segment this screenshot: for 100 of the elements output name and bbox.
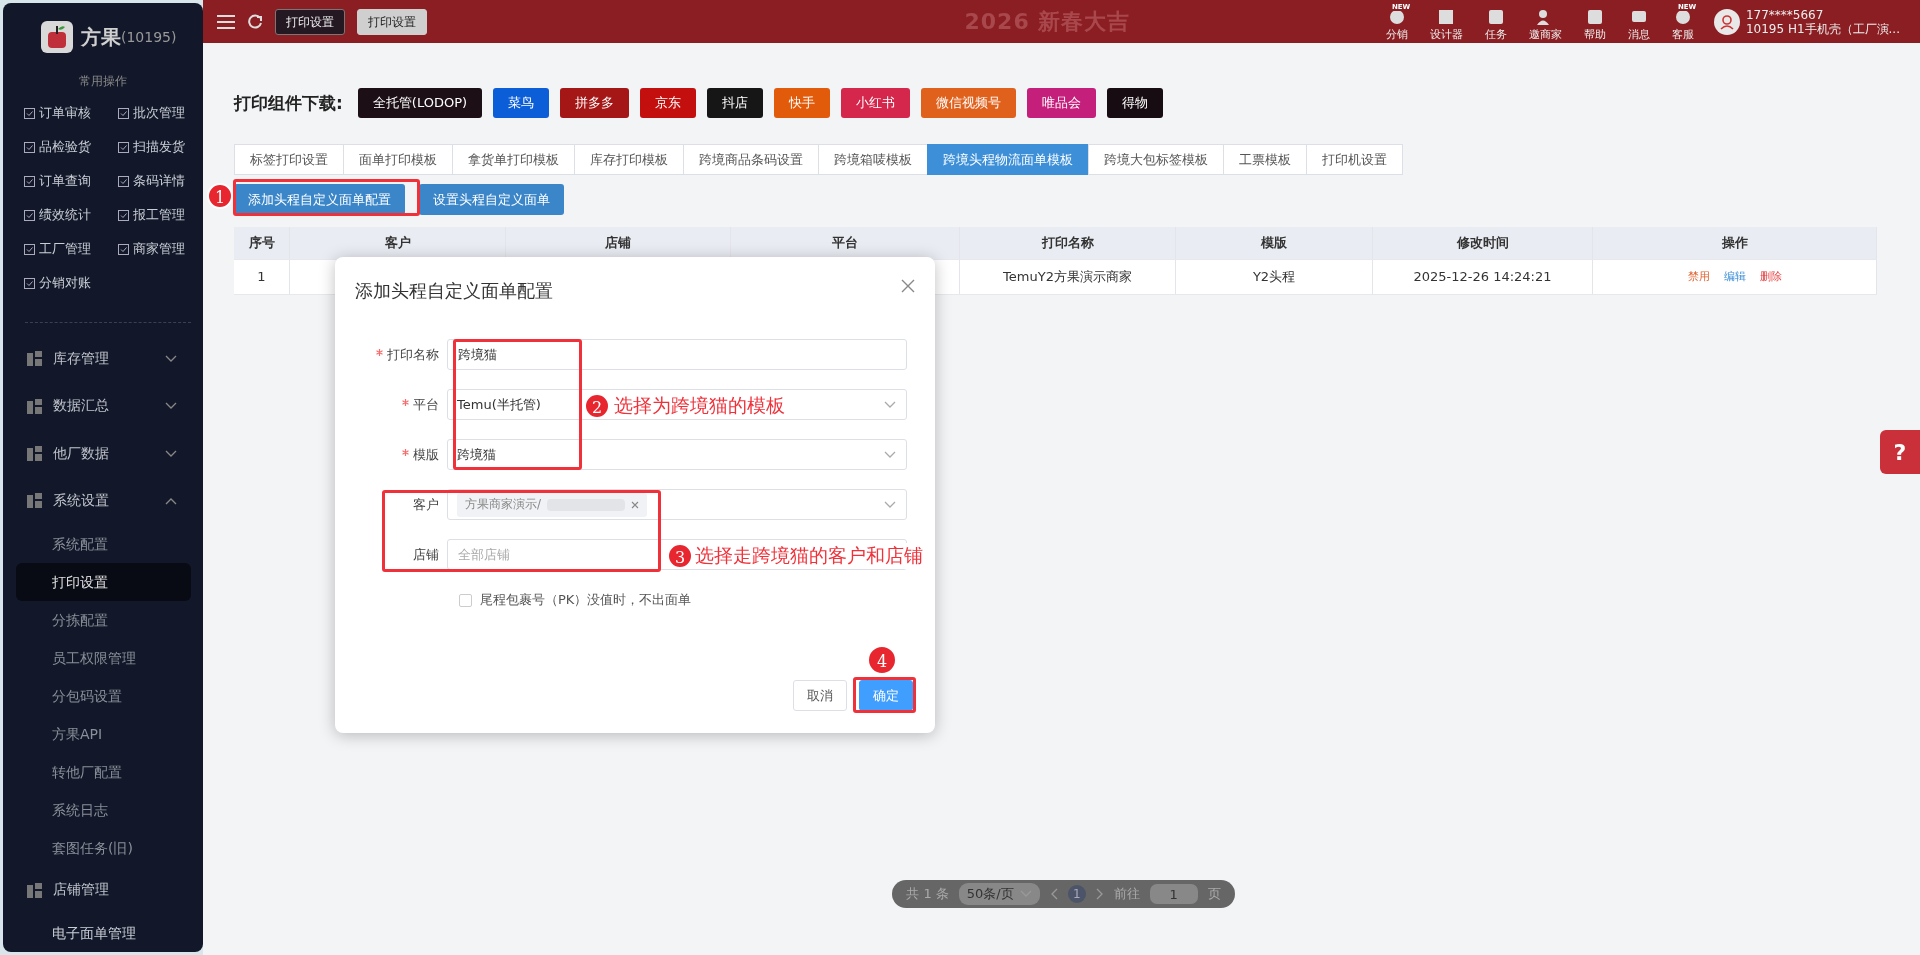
submenu-item[interactable]: 转他厂配置 — [16, 752, 191, 791]
table-cell: Y2头程 — [1176, 260, 1373, 294]
checkbox-label: 尾程包裹号（PK）没值时，不出面单 — [480, 591, 692, 609]
selected-tag: 方果商家演示/ — [457, 492, 648, 517]
shortcut-item[interactable]: 分销对账 — [24, 266, 118, 300]
block-icon — [27, 446, 42, 461]
refresh-icon — [247, 13, 263, 30]
toolbar-button[interactable]: 消息 — [1619, 1, 1658, 42]
menu-item[interactable]: 店铺管理 — [3, 866, 203, 915]
shortcut-item[interactable]: 品检验货 — [24, 130, 118, 164]
tab[interactable]: 拿货单打印模板 — [452, 144, 574, 175]
toolbar-button[interactable]: 邀商家 — [1520, 1, 1570, 42]
shortcut-item[interactable]: 条码详情 — [118, 164, 203, 198]
submenu-item[interactable]: 套图任务(旧) — [16, 828, 191, 867]
square-icon — [24, 175, 35, 187]
vendor-button[interactable]: 快手 — [774, 88, 831, 118]
square-icon — [118, 175, 129, 187]
square-icon — [24, 107, 35, 119]
brand-name: 方果 — [81, 23, 121, 51]
tab[interactable]: 标签打印设置 — [234, 144, 343, 175]
goto-label: 前往 — [1113, 885, 1140, 903]
tab[interactable]: 跨境商品条码设置 — [683, 144, 818, 175]
close-icon — [901, 279, 915, 293]
select-field[interactable]: 跨境猫 — [447, 439, 907, 470]
block-icon — [27, 493, 42, 509]
vendor-button[interactable]: 拼多多 — [560, 88, 630, 118]
row-action-link[interactable]: 编辑 — [1723, 260, 1746, 294]
toolbar-button[interactable]: 帮助 — [1575, 1, 1614, 42]
column-header: 操作 — [1593, 227, 1877, 259]
cancel-button[interactable]: 取消 — [793, 680, 847, 711]
column-header: 序号 — [234, 227, 290, 259]
toolbar-button[interactable]: 设计器 — [1421, 1, 1471, 42]
vendor-button[interactable]: 京东 — [640, 88, 697, 118]
help-button[interactable]: ? — [1880, 430, 1920, 474]
avatar-icon — [1713, 8, 1740, 35]
chevron-down-icon — [884, 400, 896, 409]
tab[interactable]: 打印机设置 — [1306, 144, 1403, 175]
callout-tooltip: 选择走跨境猫的客户和店铺 — [695, 543, 923, 569]
shortcut-item[interactable]: 扫描发货 — [118, 130, 203, 164]
page-tab[interactable]: 打印设置 — [357, 8, 427, 35]
column-header: 模版 — [1176, 227, 1373, 259]
shortcut-item[interactable]: 订单审核 — [24, 96, 118, 130]
action-button[interactable]: 设置头程自定义面单 — [419, 184, 564, 215]
input-field[interactable]: 跨境猫 — [447, 339, 907, 370]
vendor-button[interactable]: 微信视频号 — [921, 88, 1017, 118]
submenu-item[interactable]: 系统配置 — [16, 524, 191, 563]
vendor-button[interactable]: 全托管(LODOP) — [357, 88, 483, 118]
tab[interactable]: 面单打印模板 — [343, 144, 452, 175]
row-action-link[interactable]: 禁用 — [1687, 260, 1710, 294]
tab[interactable]: 跨境箱唛模板 — [818, 144, 927, 175]
prev-icon — [1049, 888, 1058, 900]
menu-item[interactable]: 他厂数据 — [3, 429, 203, 478]
tab[interactable]: 工票模板 — [1223, 144, 1306, 175]
square-icon — [118, 141, 129, 153]
download-label: 打印组件下载: — [234, 91, 343, 115]
chevron-down-icon — [884, 500, 896, 509]
square-icon — [24, 243, 35, 255]
vendor-button[interactable]: 菜鸟 — [493, 88, 550, 118]
vendor-button[interactable]: 得物 — [1107, 88, 1164, 118]
block-icon — [27, 398, 42, 414]
square-icon — [24, 277, 35, 289]
field-label: 店铺 — [413, 546, 439, 562]
submenu-item[interactable]: 方果API — [16, 714, 191, 753]
submenu-item[interactable]: 电子面单管理 — [16, 914, 191, 952]
page-tab[interactable]: 打印设置 — [275, 8, 345, 35]
toolbar-button[interactable]: 任务 — [1476, 1, 1515, 42]
submenu-item[interactable]: 打印设置 — [16, 562, 191, 601]
shortcut-item[interactable]: 批次管理 — [118, 96, 203, 130]
submenu-item[interactable]: 系统日志 — [16, 790, 191, 829]
submenu-item[interactable]: 分包码设置 — [16, 676, 191, 715]
vendor-button[interactable]: 唯品会 — [1027, 88, 1097, 118]
square-icon — [118, 209, 129, 221]
block-icon — [27, 351, 42, 367]
table-cell: 2025-12-26 14:24:21 — [1373, 260, 1593, 294]
table-cell: 1 — [234, 260, 290, 294]
submenu-item[interactable]: 员工权限管理 — [16, 638, 191, 677]
page-size-select[interactable]: 50条/页 — [958, 883, 1040, 905]
shortcut-item[interactable]: 工厂管理 — [24, 232, 118, 266]
shortcut-item[interactable]: 商家管理 — [118, 232, 203, 266]
tab[interactable]: 库存打印模板 — [574, 144, 683, 175]
shortcut-item[interactable]: 订单查询 — [24, 164, 118, 198]
row-action-link[interactable]: 删除 — [1759, 260, 1782, 294]
shortcut-item[interactable]: 绩效统计 — [24, 198, 118, 232]
menu-item[interactable]: 库存管理 — [3, 335, 203, 383]
menu-item[interactable]: 数据汇总 — [3, 382, 203, 430]
menu-item[interactable]: 系统设置 — [3, 477, 203, 525]
page-input[interactable]: 1 — [1149, 884, 1198, 904]
column-header: 修改时间 — [1373, 227, 1593, 259]
user-phone: 177****5667 — [1745, 7, 1825, 22]
account-number: (10195) — [121, 29, 177, 45]
shortcut-item[interactable]: 报工管理 — [118, 198, 203, 232]
submenu-item[interactable]: 分拣配置 — [16, 600, 191, 639]
vendor-button[interactable]: 小红书 — [841, 88, 911, 118]
checkbox[interactable] — [459, 593, 472, 607]
action-button[interactable]: 添加头程自定义面单配置 — [234, 184, 405, 215]
block-icon — [27, 882, 42, 898]
square-icon — [118, 107, 129, 119]
tab[interactable]: 跨境大包标签模板 — [1088, 144, 1223, 175]
vendor-button[interactable]: 抖店 — [707, 88, 764, 118]
highlight-frame — [853, 677, 916, 713]
